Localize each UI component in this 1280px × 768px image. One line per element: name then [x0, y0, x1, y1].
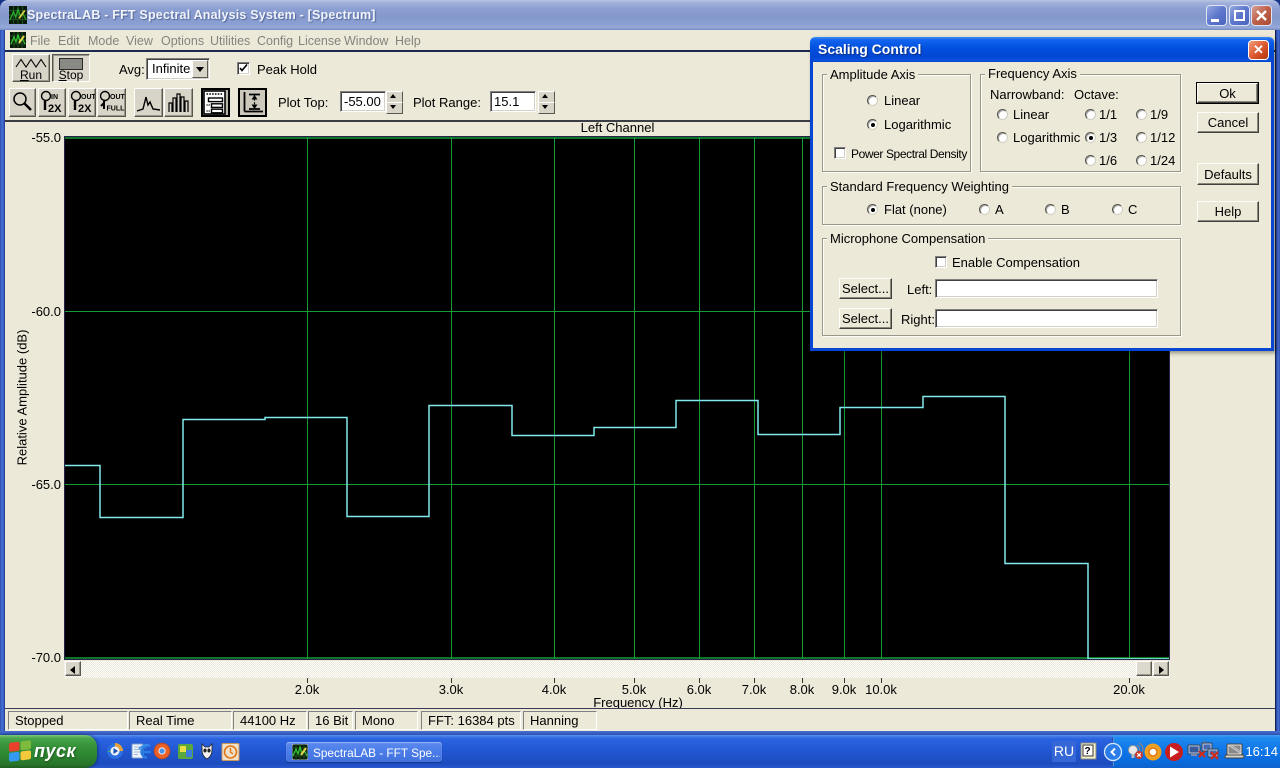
svg-text:IN: IN	[51, 94, 58, 101]
svg-text:OUT: OUT	[81, 94, 95, 101]
svg-text:2X: 2X	[48, 103, 62, 115]
svg-text:FULL: FULL	[107, 106, 126, 113]
svg-text:?: ?	[1085, 746, 1091, 757]
svg-text:OUT: OUT	[110, 94, 125, 101]
svg-text:2X: 2X	[78, 103, 92, 115]
